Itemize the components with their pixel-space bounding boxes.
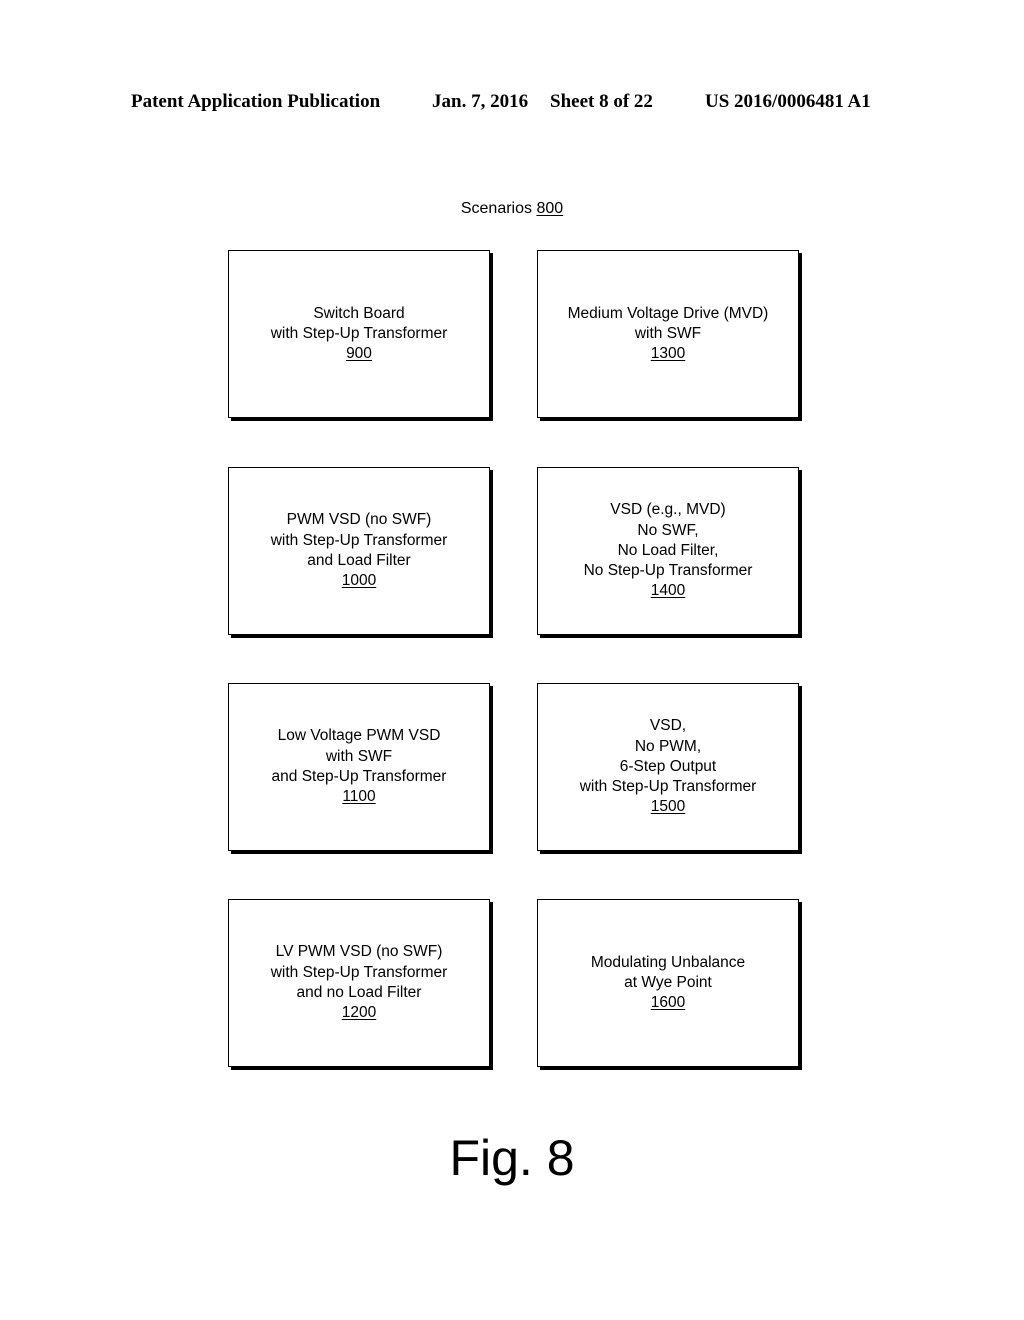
box-line: and Load Filter <box>307 552 411 569</box>
box-line: No Load Filter, <box>617 541 719 559</box>
scenario-box-1400: VSD (e.g., MVD) No SWF, No Load Filter, … <box>537 467 799 635</box>
box-line: and Step-Up Transformer <box>271 768 447 785</box>
box-line: VSD, <box>649 717 687 735</box>
box-line: Modulating Unbalance <box>590 953 746 971</box>
box-line: VSD (e.g., MVD) <box>610 501 726 519</box>
scenario-box-1000: PWM VSD (no SWF) with Step-Up Transforme… <box>228 467 490 635</box>
box-ref: 1300 <box>650 345 686 363</box>
diagram-title-ref: 800 <box>536 200 564 217</box>
scenario-box-1500: VSD, No PWM, 6-Step Output with Step-Up … <box>537 683 799 851</box>
box-line: 6-Step Output <box>619 757 717 775</box>
box-line: and no Load Filter <box>296 984 422 1001</box>
box-line: No SWF, <box>637 521 699 539</box>
scenario-box-1300: Medium Voltage Drive (MVD) with SWF 1300 <box>537 250 799 418</box>
box-line: with Step-Up Transformer <box>270 531 448 549</box>
box-ref: 1100 <box>342 788 376 806</box>
diagram-title-text: Scenarios <box>460 200 532 217</box>
scenario-box-1600: Modulating Unbalance at Wye Point 1600 <box>537 899 799 1067</box>
publication-number: US 2016/0006481 A1 <box>705 91 871 112</box>
box-line: No PWM, <box>634 737 702 755</box>
box-line: No Step-Up Transformer <box>583 562 753 580</box>
box-ref: 900 <box>346 345 372 363</box>
box-line: with Step-Up Transformer <box>270 963 448 981</box>
box-line: with Step-Up Transformer <box>579 778 757 796</box>
box-line: with SWF <box>325 747 393 765</box>
box-line: at Wye Point <box>624 973 712 991</box>
box-line: with Step-Up Transformer <box>270 324 448 342</box>
box-ref: 1200 <box>341 1004 377 1022</box>
diagram-title: Scenarios 800 <box>0 198 1024 220</box>
box-line: PWM VSD (no SWF) <box>286 511 432 529</box>
box-line: Switch Board <box>313 304 405 322</box>
sheet-number: Sheet 8 of 22 <box>550 91 653 112</box>
publication-date: Jan. 7, 2016 <box>432 91 529 112</box>
patent-header: Patent Application Publication Jan. 7, 2… <box>0 88 1024 116</box>
scenario-box-1100: Low Voltage PWM VSD with SWF and Step-Up… <box>228 683 490 851</box>
publication-type: Patent Application Publication <box>131 91 381 112</box>
scenario-box-1200: LV PWM VSD (no SWF) with Step-Up Transfo… <box>228 899 490 1067</box>
box-line: with SWF <box>634 324 702 342</box>
box-line: Medium Voltage Drive (MVD) <box>567 304 769 322</box>
box-line: LV PWM VSD (no SWF) <box>275 943 443 961</box>
scenario-box-900: Switch Board with Step-Up Transformer 90… <box>228 250 490 418</box>
box-ref: 1500 <box>650 798 686 816</box>
box-ref: 1400 <box>650 582 686 600</box>
box-ref: 1000 <box>341 572 377 590</box>
figure-label: Fig. 8 <box>449 1130 575 1186</box>
box-ref: 1600 <box>650 994 686 1012</box>
box-line: Low Voltage PWM VSD <box>277 727 441 745</box>
